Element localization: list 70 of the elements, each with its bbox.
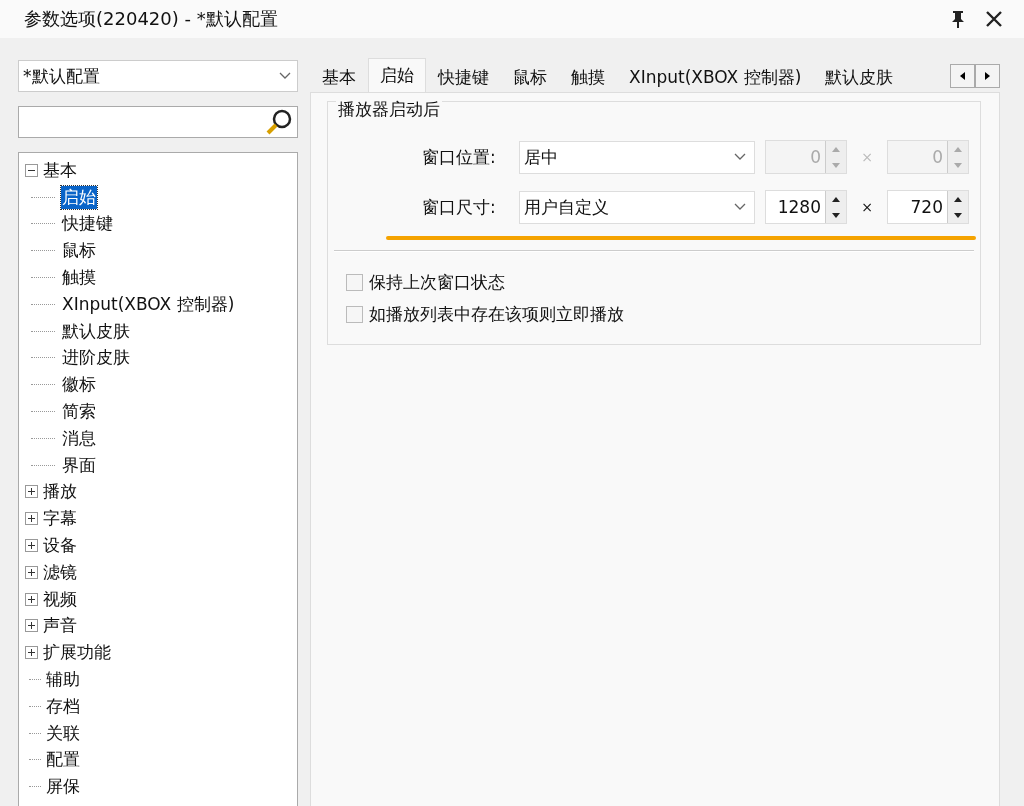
checkbox-option[interactable]: 保持上次窗口状态 bbox=[328, 266, 980, 298]
chevron-down-icon bbox=[279, 72, 291, 80]
collapse-icon[interactable] bbox=[25, 163, 38, 177]
tree-item[interactable]: 屏保 bbox=[45, 775, 81, 799]
checkbox[interactable] bbox=[346, 305, 363, 323]
checkbox-option[interactable]: 如播放列表中存在该项则立即播放 bbox=[328, 298, 980, 330]
up-arrow-icon[interactable] bbox=[832, 196, 840, 202]
chevron-down-icon bbox=[734, 203, 746, 211]
tree-item[interactable]: XInput(XBOX 控制器) bbox=[61, 292, 236, 316]
tree-item[interactable]: 简索 bbox=[61, 400, 97, 424]
field-label: 窗口位置: bbox=[422, 145, 497, 169]
tree-item[interactable]: 默认皮肤 bbox=[61, 319, 131, 343]
tree-item[interactable]: 徽标 bbox=[61, 373, 97, 397]
tree-item[interactable]: 启始 bbox=[61, 185, 97, 209]
checkbox[interactable] bbox=[346, 273, 363, 291]
tree-item[interactable]: 消息 bbox=[61, 426, 97, 450]
expand-icon[interactable] bbox=[25, 539, 38, 553]
close-icon bbox=[986, 11, 1002, 27]
times-sign: × bbox=[860, 199, 874, 215]
chevron-down-icon bbox=[734, 153, 746, 161]
expand-icon[interactable] bbox=[25, 485, 38, 499]
profile-dropdown[interactable]: *默认配置 bbox=[18, 60, 298, 92]
tree-item[interactable]: 存档 bbox=[45, 694, 81, 718]
tree-item[interactable]: 配置 bbox=[45, 748, 81, 772]
checkbox-label: 保持上次窗口状态 bbox=[369, 270, 505, 294]
expand-icon[interactable] bbox=[25, 565, 38, 579]
tab[interactable]: 基本 bbox=[310, 62, 368, 92]
up-arrow-icon[interactable] bbox=[954, 196, 962, 202]
tree-item[interactable]: 鼠标 bbox=[61, 239, 97, 263]
tab[interactable]: 默认皮肤 bbox=[813, 62, 906, 92]
search-icon bbox=[265, 108, 293, 136]
search-field[interactable] bbox=[18, 106, 298, 138]
tree-item[interactable]: 字幕 bbox=[42, 507, 78, 531]
tree-item[interactable]: 声音 bbox=[42, 614, 78, 638]
tab[interactable]: 快捷键 bbox=[426, 62, 501, 92]
tree-item[interactable]: 滤镜 bbox=[42, 560, 78, 584]
tab[interactable]: 鼠标 bbox=[501, 62, 559, 92]
checkbox-label: 如播放列表中存在该项则立即播放 bbox=[369, 302, 624, 326]
tree-item[interactable]: 触摸 bbox=[61, 266, 97, 290]
down-arrow-icon[interactable] bbox=[954, 212, 962, 218]
mode-dropdown[interactable]: 用户自定义 bbox=[519, 190, 755, 224]
scroll-right-button[interactable] bbox=[975, 64, 1000, 88]
tab[interactable]: 启始 bbox=[368, 58, 426, 92]
tree-item[interactable]: 扩展功能 bbox=[42, 641, 112, 665]
number-spinner[interactable]: 720 bbox=[887, 190, 969, 224]
expand-icon[interactable] bbox=[25, 646, 38, 660]
number-spinner[interactable]: 1280 bbox=[765, 190, 847, 224]
tree-item[interactable]: 设备 bbox=[42, 534, 78, 558]
tree-item[interactable]: 辅助 bbox=[45, 668, 81, 692]
expand-icon[interactable] bbox=[25, 619, 38, 633]
tab[interactable]: 触摸 bbox=[559, 62, 617, 92]
group-title: 播放器启动后 bbox=[336, 98, 442, 121]
left-arrow-icon bbox=[960, 72, 965, 80]
tree-item[interactable]: 基本 bbox=[42, 158, 78, 182]
tree-item[interactable]: 视频 bbox=[42, 587, 78, 611]
right-arrow-icon bbox=[985, 72, 990, 80]
tab[interactable]: XInput(XBOX 控制器) bbox=[617, 62, 814, 92]
tree-item[interactable]: 界面 bbox=[61, 453, 97, 477]
tree-item[interactable]: 播放 bbox=[42, 480, 78, 504]
scroll-left-button[interactable] bbox=[950, 64, 975, 88]
expand-icon[interactable] bbox=[25, 512, 38, 526]
field-label: 窗口尺寸: bbox=[422, 195, 497, 219]
tree-item[interactable]: 关联 bbox=[45, 721, 81, 745]
window-title: 参数选项(220420) - *默认配置 bbox=[24, 7, 279, 31]
times-sign: × bbox=[860, 149, 874, 165]
tree-item[interactable]: 进阶皮肤 bbox=[61, 346, 131, 370]
expand-icon[interactable] bbox=[25, 592, 38, 606]
pin-icon bbox=[950, 10, 966, 28]
tree-item[interactable]: 快捷键 bbox=[61, 212, 114, 236]
down-arrow-icon[interactable] bbox=[832, 212, 840, 218]
